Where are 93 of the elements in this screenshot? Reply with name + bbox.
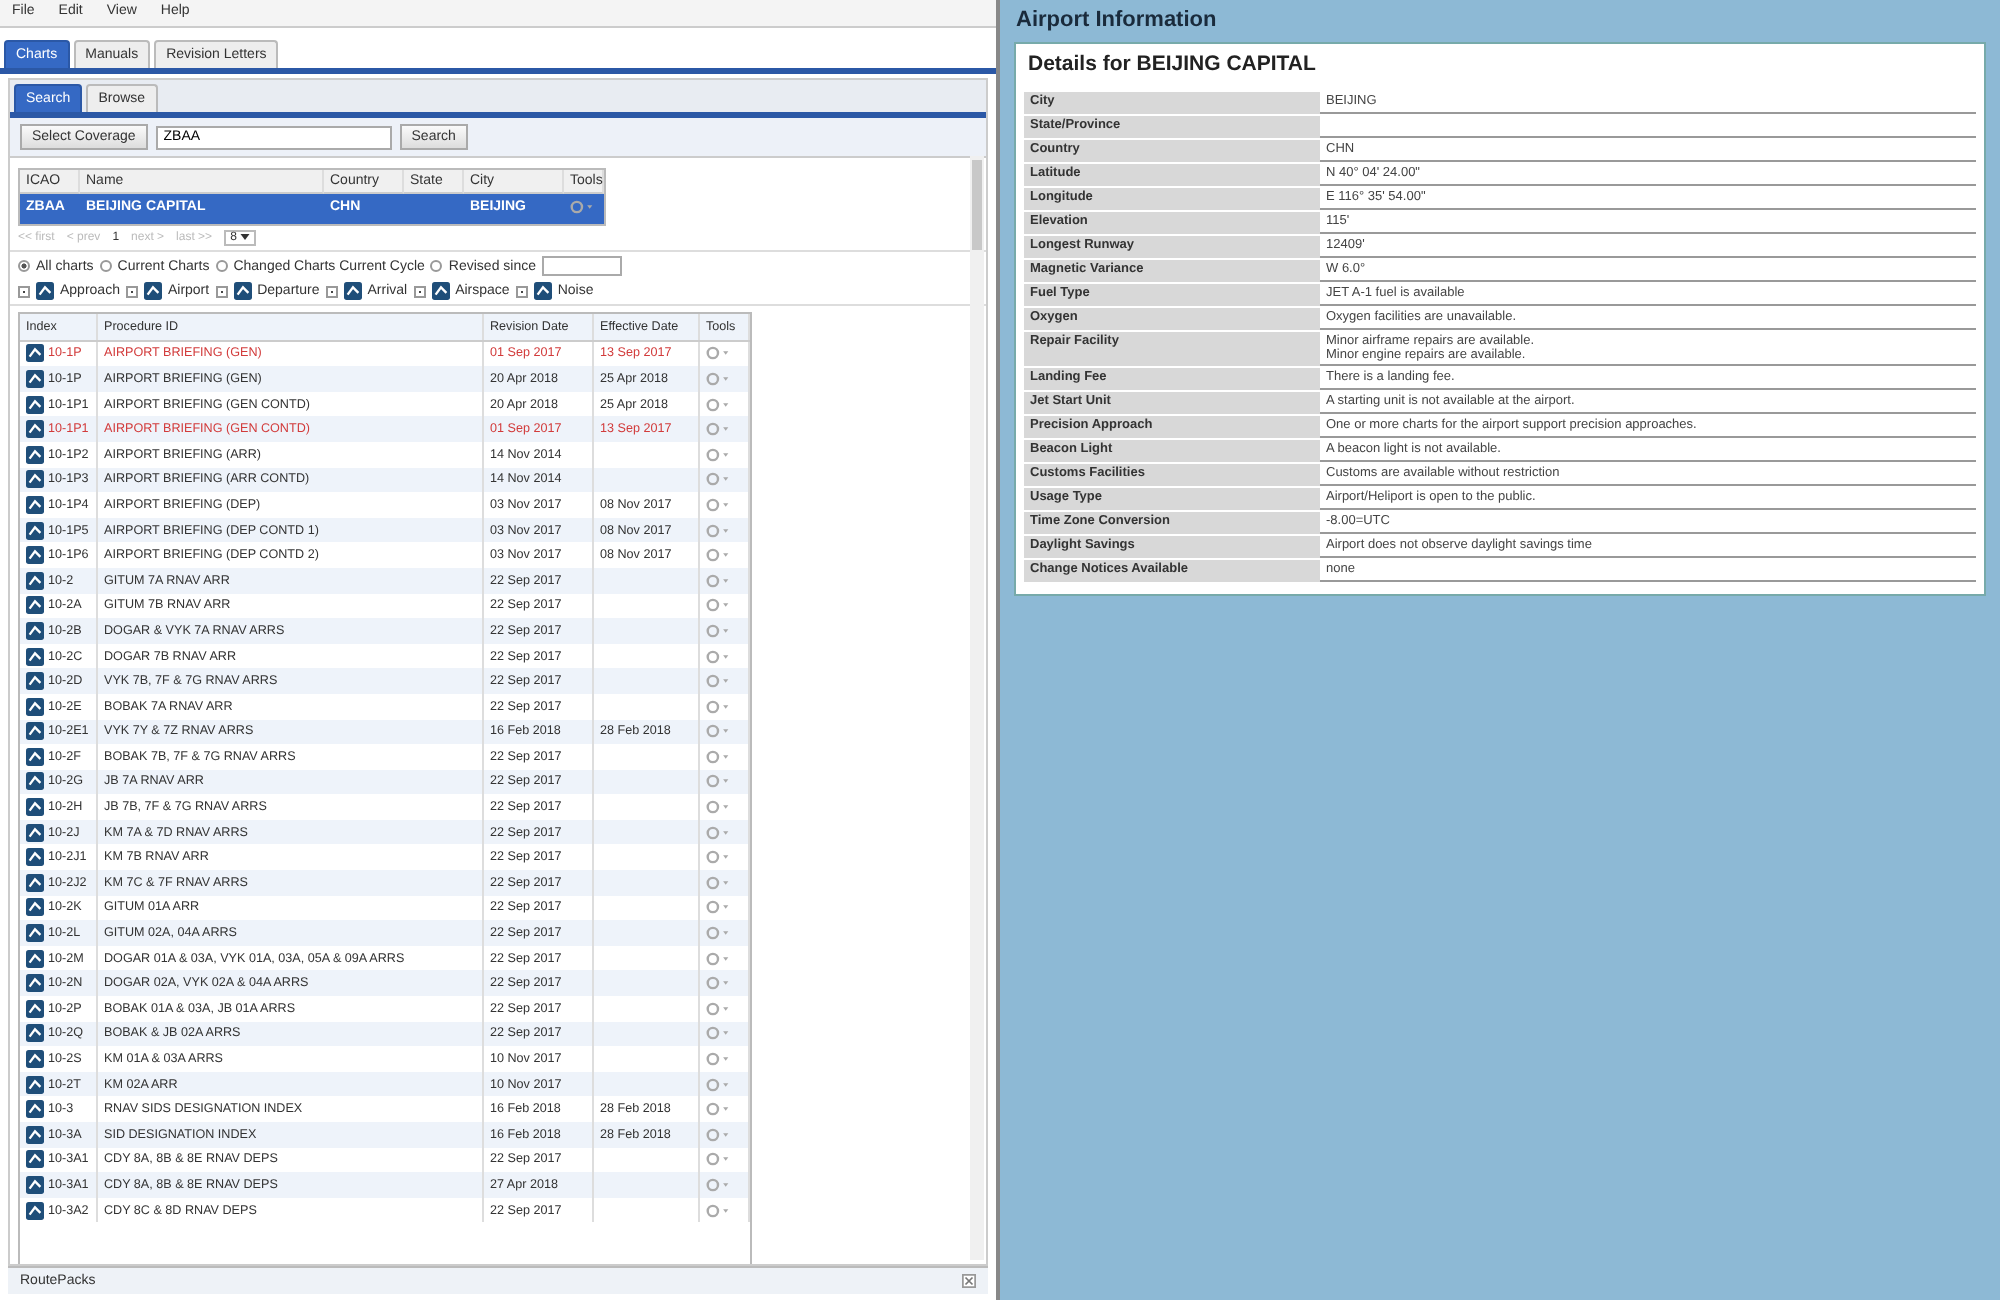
- gear-icon[interactable]: [706, 397, 730, 412]
- radio-button[interactable]: [99, 260, 112, 272]
- gear-icon[interactable]: [706, 825, 730, 840]
- chart-icon: [26, 747, 44, 766]
- gear-icon[interactable]: [706, 523, 730, 538]
- date-field[interactable]: [542, 256, 622, 276]
- chart-icon: [26, 546, 44, 565]
- radio-button[interactable]: [215, 260, 228, 272]
- gear-icon[interactable]: [706, 774, 730, 789]
- chart-icon: [26, 974, 44, 993]
- gear-icon[interactable]: [706, 1052, 730, 1067]
- gear-icon[interactable]: [706, 472, 730, 487]
- chart-icon: [26, 344, 44, 363]
- checkbox[interactable]: [413, 285, 426, 297]
- chart-icon: [26, 1125, 44, 1144]
- gear-icon[interactable]: [706, 749, 730, 764]
- chart-icon: [26, 798, 44, 817]
- chart-icon: [26, 1175, 44, 1194]
- chart-icon: [26, 571, 44, 590]
- chart-icon: [533, 282, 552, 300]
- chart-icon: [26, 722, 44, 741]
- chart-icon: [26, 1075, 44, 1094]
- chart-icon: [26, 873, 44, 892]
- gear-icon[interactable]: [706, 649, 730, 664]
- checkbox[interactable]: [515, 285, 528, 297]
- gear-icon[interactable]: [706, 598, 730, 613]
- caret-icon: [240, 234, 251, 240]
- gear-icon[interactable]: [706, 699, 730, 714]
- gear-icon[interactable]: [706, 623, 730, 638]
- chart-icon: [26, 1201, 44, 1220]
- gear-icon[interactable]: [706, 371, 730, 386]
- chart-icon: [343, 282, 362, 300]
- details-heading: Details for BEIJING CAPITAL: [1028, 52, 1318, 76]
- chart-icon: [26, 495, 44, 514]
- chart-icon: [26, 521, 44, 540]
- gear-icon[interactable]: [706, 422, 730, 437]
- chart-icon: [26, 369, 44, 388]
- panel-title: Airport Information: [1014, 8, 1219, 32]
- chart-icon: [26, 924, 44, 943]
- gear-icon[interactable]: [706, 900, 730, 915]
- gear-icon[interactable]: [706, 951, 730, 966]
- chart-icon: [26, 999, 44, 1018]
- chart-icon: [26, 823, 44, 842]
- chart-icon: [26, 420, 44, 439]
- chart-icon: [26, 772, 44, 791]
- gear-icon[interactable]: [570, 200, 594, 214]
- gear-icon[interactable]: [706, 674, 730, 689]
- chart-icon: [26, 647, 44, 666]
- radio-button[interactable]: [430, 260, 443, 272]
- radio-button[interactable]: [18, 260, 30, 272]
- chart-icon: [26, 697, 44, 716]
- checkbox[interactable]: [215, 285, 228, 297]
- close-icon[interactable]: [962, 1274, 976, 1288]
- chart-icon: [26, 1050, 44, 1069]
- gear-icon[interactable]: [706, 926, 730, 941]
- gear-icon[interactable]: [706, 976, 730, 991]
- gear-icon[interactable]: [706, 1102, 730, 1117]
- gear-icon[interactable]: [706, 346, 730, 361]
- chart-icon: [26, 470, 44, 489]
- gear-icon[interactable]: [706, 1127, 730, 1142]
- chart-icon: [26, 445, 44, 464]
- gear-icon[interactable]: [706, 447, 730, 462]
- gear-icon[interactable]: [706, 1001, 730, 1016]
- chart-icon: [26, 898, 44, 917]
- gear-icon[interactable]: [706, 1152, 730, 1167]
- gear-icon[interactable]: [706, 850, 730, 865]
- chart-icon: [26, 395, 44, 414]
- gear-icon[interactable]: [706, 1026, 730, 1041]
- chart-icon: [26, 1100, 44, 1119]
- gear-icon[interactable]: [706, 497, 730, 512]
- gear-icon[interactable]: [706, 1077, 730, 1092]
- chart-icon: [26, 621, 44, 640]
- chart-icon: [431, 282, 450, 300]
- gear-icon[interactable]: [706, 573, 730, 588]
- gear-icon[interactable]: [706, 800, 730, 815]
- chart-icon: [26, 1150, 44, 1169]
- scrollbar[interactable]: [970, 156, 984, 1260]
- chart-icon: [26, 949, 44, 968]
- checkbox[interactable]: [325, 285, 338, 297]
- chart-icon: [143, 282, 162, 300]
- chart-icon: [26, 848, 44, 867]
- gear-icon[interactable]: [706, 1203, 730, 1218]
- checkbox[interactable]: [18, 285, 30, 297]
- chart-icon: [36, 282, 54, 300]
- gear-icon[interactable]: [706, 1177, 730, 1192]
- gear-icon[interactable]: [706, 724, 730, 739]
- gear-icon[interactable]: [706, 875, 730, 890]
- gear-icon[interactable]: [706, 548, 730, 563]
- chart-icon: [26, 596, 44, 615]
- checkbox[interactable]: [125, 285, 138, 297]
- chart-icon: [233, 282, 252, 300]
- chart-icon: [26, 672, 44, 691]
- chart-icon: [26, 1024, 44, 1043]
